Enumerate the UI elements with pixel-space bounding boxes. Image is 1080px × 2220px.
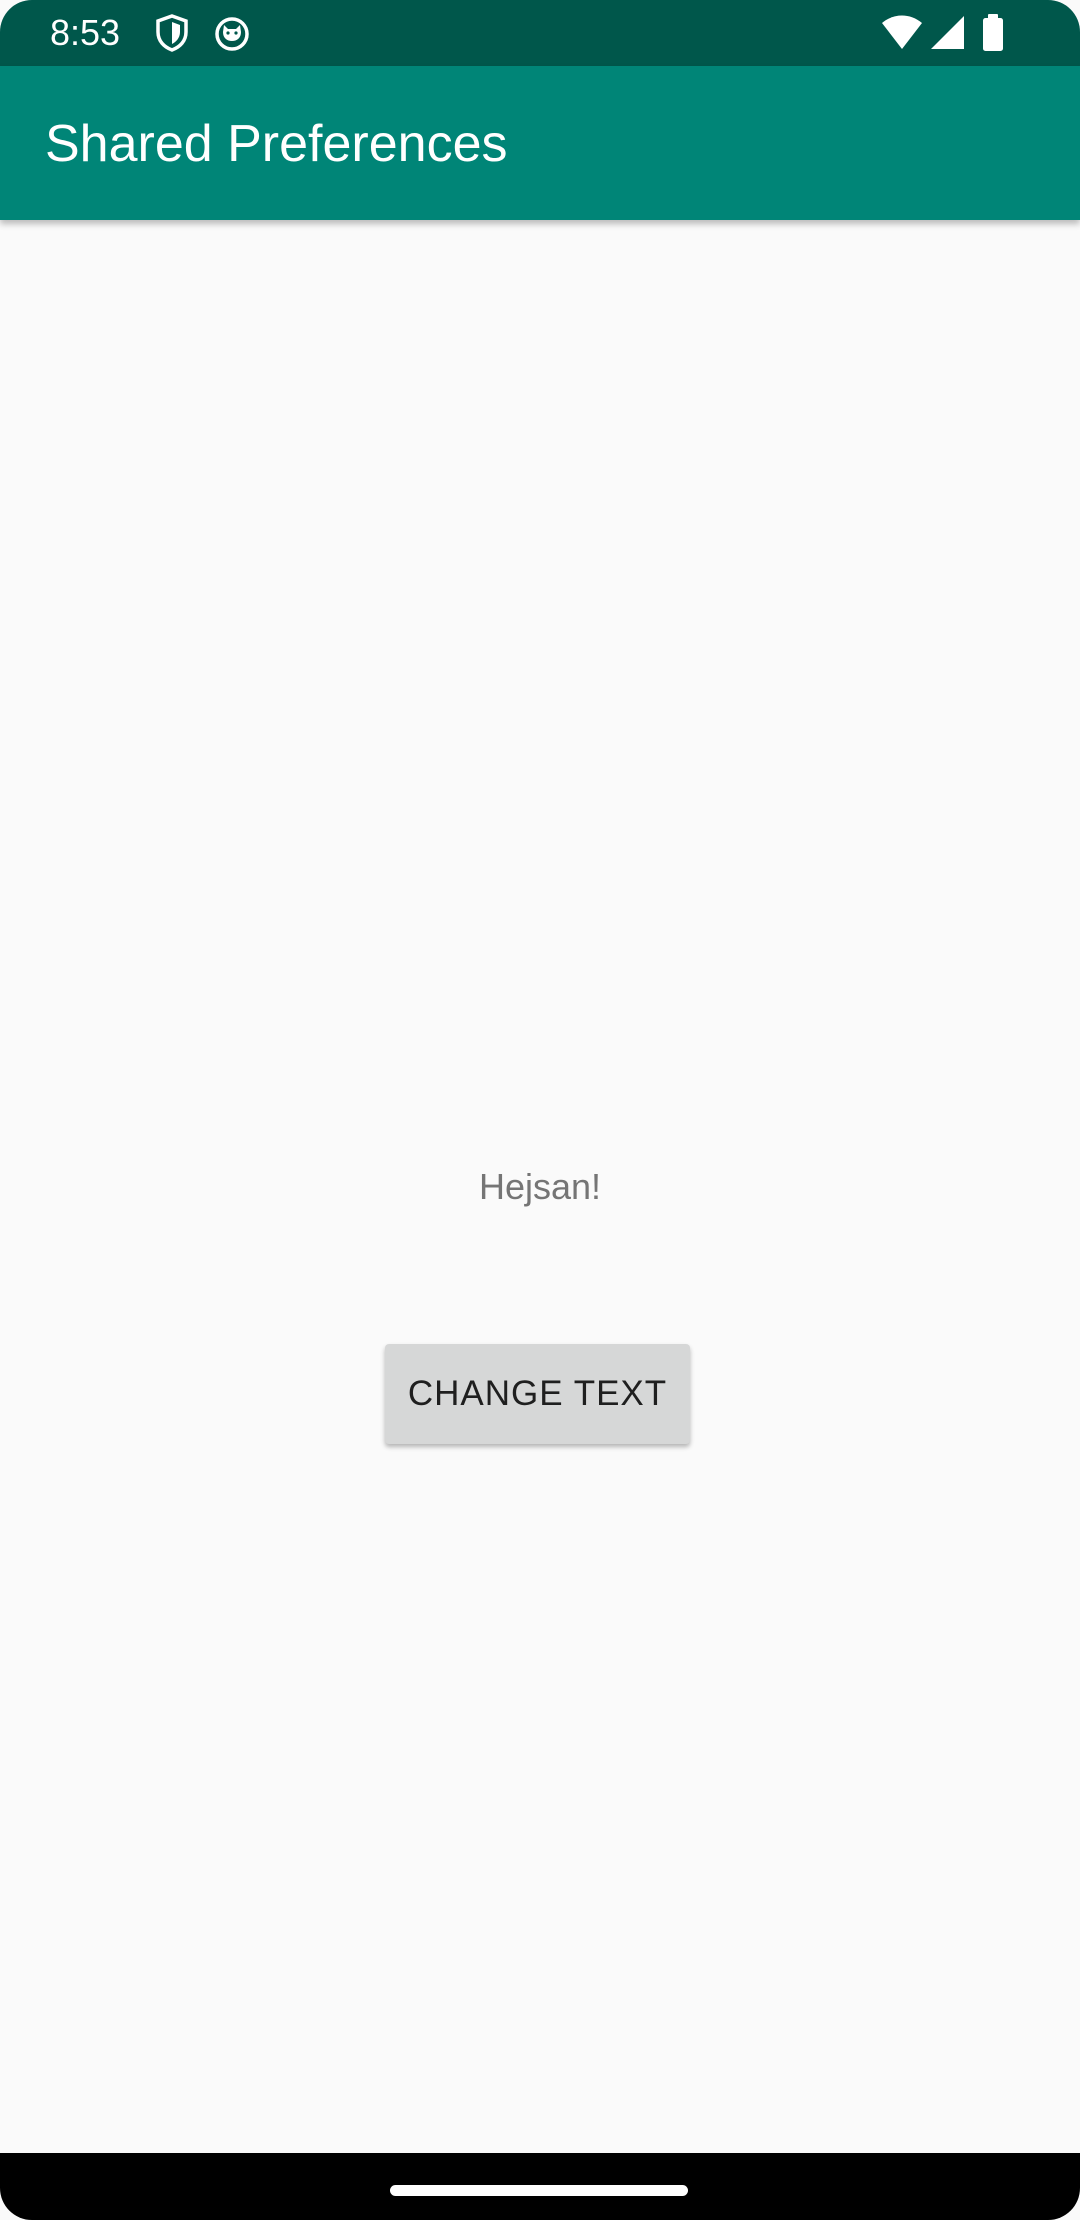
change-text-button[interactable]: CHANGE TEXT <box>385 1344 690 1444</box>
wifi-icon <box>880 13 924 53</box>
signal-icon <box>928 13 968 53</box>
app-title: Shared Preferences <box>45 115 508 173</box>
home-gesture-handle[interactable] <box>390 2185 688 2196</box>
shield-icon <box>152 13 192 53</box>
status-time: 8:53 <box>50 12 121 53</box>
battery-icon <box>980 13 1006 53</box>
status-bar: 8:53 <box>0 0 1080 66</box>
app-screen: 8:53 Shared Preferences Hejsan! CHANGE T… <box>0 0 1080 2220</box>
message-text: Hejsan! <box>478 1166 602 1207</box>
app-bar: Shared Preferences <box>0 66 1080 220</box>
main-content: Hejsan! CHANGE TEXT <box>0 220 1080 2153</box>
navigation-bar <box>0 2153 1080 2220</box>
cat-face-icon <box>212 13 252 53</box>
